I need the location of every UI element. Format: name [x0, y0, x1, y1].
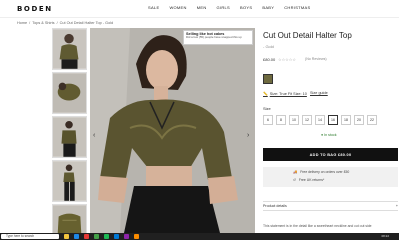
spotify-icon[interactable] [104, 234, 109, 239]
file-explorer-icon[interactable] [64, 234, 69, 239]
size-option[interactable]: 10 [289, 115, 299, 125]
breadcrumb-separator: / [29, 21, 31, 25]
size-option[interactable]: 12 [302, 115, 312, 125]
nav-item-baby[interactable]: BABY [262, 5, 274, 10]
nav-item-women[interactable]: WOMEN [169, 5, 186, 10]
delivery-info-box: 🚚 Free delivery on orders over £50 ↺ Fre… [263, 167, 398, 187]
nav-item-men[interactable]: MEN [197, 5, 207, 10]
chrome-icon[interactable] [94, 234, 99, 239]
size-option[interactable]: 14 [315, 115, 325, 125]
app-icon[interactable] [84, 234, 89, 239]
nav-item-christmas[interactable]: CHRISTMAS [284, 5, 310, 10]
badge-text: Did a few (55) people have snapped this … [186, 35, 242, 39]
thumbnail-2[interactable] [52, 72, 87, 114]
free-delivery-text: Free delivery on orders over £50 [300, 170, 350, 174]
review-count[interactable]: (No Reviews) [305, 57, 327, 61]
edge-icon[interactable] [74, 234, 79, 239]
main-nav: SALE WOMEN MEN GIRLS BOYS BABY CHRISTMAS [148, 5, 311, 10]
color-swatch-gold[interactable] [263, 74, 273, 84]
expand-icon: + [395, 204, 398, 208]
selling-fast-badge: Selling like hot cakes Did a few (55) pe… [183, 30, 253, 45]
size-guide-link[interactable]: Size guide [310, 91, 328, 95]
product-price: £80.00 [263, 57, 276, 62]
product-details-label: Product details [263, 204, 287, 208]
thumbnail-4[interactable] [52, 160, 87, 202]
header: BODEN SALE WOMEN MEN GIRLS BOYS BABY CHR… [0, 0, 399, 18]
thumbnail-list [52, 28, 87, 240]
taskbar-apps [64, 234, 139, 239]
nav-item-girls[interactable]: GIRLS [217, 5, 231, 10]
truck-icon: 🚚 [293, 170, 298, 174]
brand-logo[interactable]: BODEN [17, 5, 53, 13]
size-option-selected[interactable]: 16 [328, 115, 338, 125]
size-option[interactable]: 22 [367, 115, 377, 125]
free-returns-text: Free UK returns* [298, 178, 325, 182]
thumbnail-1[interactable] [52, 28, 87, 70]
thumbnail-3[interactable] [52, 116, 87, 158]
rating-stars[interactable]: ☆☆☆☆☆ [278, 57, 296, 62]
size-option[interactable]: 8 [276, 115, 286, 125]
breadcrumb-separator: / [56, 21, 58, 25]
breadcrumb-home[interactable]: Home [17, 21, 27, 25]
app-icon[interactable] [134, 234, 139, 239]
mail-icon[interactable] [114, 234, 119, 239]
product-color-subtitle: - Gold [263, 44, 274, 49]
product-main-image [90, 28, 255, 233]
product-description: This statement is in the detail like a s… [263, 224, 372, 228]
breadcrumb: Home / Tops & Shirts / Cut Out Detail Ha… [17, 21, 113, 25]
clock[interactable]: 08:22 [381, 234, 389, 238]
nav-item-sale[interactable]: SALE [148, 5, 159, 10]
taskbar-search-input[interactable]: Type here to search [1, 234, 59, 239]
size-option[interactable]: 20 [354, 115, 364, 125]
prev-image-icon[interactable]: ‹ [93, 132, 95, 139]
delivery-row: 🚚 Free delivery on orders over £50 [293, 170, 349, 174]
size-label: Size [263, 106, 271, 111]
return-icon: ↺ [293, 178, 296, 182]
nav-item-boys[interactable]: BOYS [240, 5, 252, 10]
stock-status: ● In stock [321, 133, 337, 137]
app-icon[interactable] [124, 234, 129, 239]
windows-taskbar: Type here to search 08:22 [0, 233, 399, 240]
thumbnail-image [53, 29, 86, 69]
system-tray: 08:22 [381, 234, 389, 238]
size-option[interactable]: 6 [263, 115, 273, 125]
thumbnail-image [53, 117, 86, 157]
ruler-icon: 📏 [263, 92, 268, 96]
next-image-icon[interactable]: › [247, 132, 249, 139]
product-title: Cut Out Detail Halter Top [263, 31, 352, 40]
size-option[interactable]: 18 [341, 115, 351, 125]
size-selector: 6 8 10 12 14 16 18 20 22 [263, 115, 377, 125]
breadcrumb-current: Cut Out Detail Halter Top - Gold [59, 21, 114, 25]
model-photo [90, 28, 255, 233]
true-fit-label: Size: True Fit Size: 10 [269, 91, 307, 96]
add-to-bag-button[interactable]: ADD TO BAG £80.00 [263, 148, 398, 161]
product-details-accordion[interactable]: Product details + [263, 201, 398, 211]
returns-row: ↺ Free UK returns* [293, 178, 324, 182]
breadcrumb-category[interactable]: Tops & Shirts [32, 21, 54, 25]
thumbnail-image [53, 161, 86, 201]
true-fit-link[interactable]: 📏 Size: True Fit Size: 10 [263, 91, 307, 97]
thumbnail-image [53, 73, 86, 113]
